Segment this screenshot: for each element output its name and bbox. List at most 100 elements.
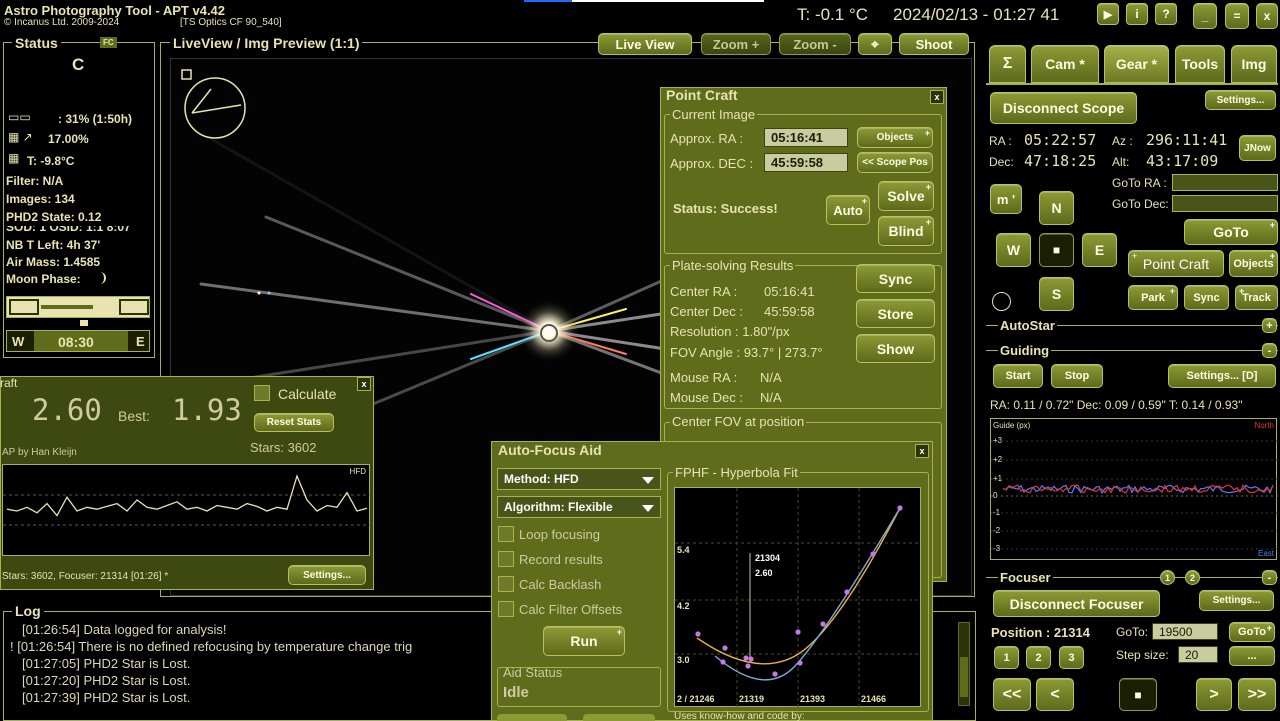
focuser-preset-3[interactable]: 3 <box>1059 646 1084 669</box>
guiding-start-button[interactable]: Start <box>993 364 1043 388</box>
algorithm-select[interactable]: Algorithm: Flexible <box>497 496 661 518</box>
guiding-stop-button[interactable]: Stop <box>1051 364 1103 388</box>
focuser-1-button[interactable]: 1 <box>1160 570 1175 585</box>
sync-button-right[interactable]: Sync <box>1184 285 1229 310</box>
calc-filter-offsets-checkbox[interactable] <box>498 601 514 617</box>
af-ytick: 5.4 <box>677 545 690 555</box>
focuser-goto-label: GoTo: <box>1116 625 1149 639</box>
park-button[interactable]: Park + <box>1128 285 1178 310</box>
scope-settings-button[interactable]: Settings... <box>1205 90 1276 110</box>
tab-img[interactable]: Img <box>1231 45 1277 83</box>
shoot-button[interactable]: Shoot <box>899 33 969 55</box>
point-craft-close-icon[interactable]: x <box>930 90 944 104</box>
autostar-expand-icon[interactable]: + <box>1262 318 1277 333</box>
hfd-settings-button[interactable]: Settings... <box>288 565 366 585</box>
west-button[interactable]: W <box>996 233 1031 267</box>
run-button[interactable]: Run + <box>543 626 625 656</box>
focuser-right-button[interactable]: > <box>1196 678 1232 711</box>
center-fov-title: Center FOV at position <box>670 414 807 429</box>
alt-label: Alt: <box>1112 155 1130 169</box>
approx-dec-field[interactable]: 45:59:58 <box>764 153 848 172</box>
live-view-button[interactable]: Live View <box>598 33 692 55</box>
objects-button[interactable]: Objects + <box>857 127 933 148</box>
focuser-collapse-icon[interactable]: - <box>1262 570 1277 585</box>
focuser-settings-button[interactable]: Settings... <box>1199 590 1274 611</box>
auto-button[interactable]: Auto + <box>826 195 870 225</box>
tab-cam[interactable]: Cam * <box>1031 45 1099 83</box>
blind-button[interactable]: Blind + <box>878 216 934 246</box>
autofocus-close-icon[interactable]: x <box>915 444 929 458</box>
focuser-left-button[interactable]: < <box>1036 678 1074 711</box>
minimize-button[interactable]: _ <box>1193 3 1217 29</box>
solve-button[interactable]: Solve + <box>878 181 934 211</box>
hfd-current: 2.60 <box>32 393 102 427</box>
goto-dec-input[interactable] <box>1172 195 1278 212</box>
south-button[interactable]: S <box>1039 277 1074 311</box>
method-select[interactable]: Method: HFD <box>497 468 661 490</box>
af-marker-value: 2.60 <box>755 568 773 578</box>
info-icon[interactable]: i <box>1126 3 1148 25</box>
zoom-in-button[interactable]: Zoom + <box>701 33 771 55</box>
east-button[interactable]: E <box>1082 233 1117 267</box>
focuser-more-button[interactable]: ... <box>1229 646 1275 666</box>
solve-status: Status: Success! <box>673 201 778 216</box>
calculate-checkbox[interactable] <box>254 385 270 401</box>
focuser-fast-right-button[interactable]: >> <box>1238 678 1276 711</box>
objects-button-right[interactable]: Objects + <box>1229 250 1278 277</box>
zoom-out-button[interactable]: Zoom - <box>779 33 851 55</box>
approx-ra-field[interactable]: 05:16:41 <box>764 128 848 147</box>
play-icon[interactable]: ▶ <box>1097 3 1119 25</box>
help-icon[interactable]: ? <box>1155 3 1177 25</box>
record-results-checkbox[interactable] <box>498 551 514 567</box>
tab-tools[interactable]: Tools <box>1175 45 1225 83</box>
north-button[interactable]: N <box>1039 191 1074 225</box>
sync-button[interactable]: Sync <box>856 264 935 293</box>
reset-stats-button[interactable]: Reset Stats <box>254 413 334 432</box>
focuser-2-button[interactable]: 2 <box>1185 570 1200 585</box>
log-scrollbar[interactable] <box>958 622 970 706</box>
tab-sigma[interactable]: Σ <box>989 45 1026 83</box>
liveview-title: LiveView / Img Preview (1:1) <box>170 35 363 51</box>
crosshair-icon[interactable]: ⌖ <box>858 33 892 55</box>
maximize-button[interactable]: = <box>1225 3 1249 29</box>
calc-backlash-checkbox[interactable] <box>498 576 514 592</box>
hfd-close-icon[interactable]: x <box>357 377 371 391</box>
focuser-goto-input[interactable]: 19500 <box>1152 623 1218 640</box>
close-button[interactable]: x <box>1256 3 1278 29</box>
log-line: ! [01:26:54] There is no defined refocus… <box>10 639 413 654</box>
app-title: Astro Photography Tool - APT v4.42 <box>4 3 226 18</box>
current-image-title: Current Image <box>670 107 758 122</box>
guiding-settings-button[interactable]: Settings... [D] <box>1168 364 1276 388</box>
loop-focusing-checkbox[interactable] <box>498 526 514 542</box>
mount-stop-button[interactable]: ■ <box>1039 233 1074 267</box>
mount-m-button[interactable]: m ' <box>990 184 1022 214</box>
store-button[interactable]: Store <box>856 299 935 328</box>
goto-button[interactable]: GoTo + <box>1184 219 1278 245</box>
disconnect-scope-button[interactable]: Disconnect Scope <box>990 92 1137 124</box>
guiding-collapse-icon[interactable]: - <box>1262 343 1277 358</box>
tab-gear[interactable]: Gear * <box>1104 45 1169 83</box>
scope-ra: 05:22:57 <box>1024 131 1097 149</box>
af-point <box>722 645 728 651</box>
af-point <box>797 660 803 666</box>
step-size-input[interactable]: 20 <box>1178 646 1218 663</box>
focuser-stop-button[interactable]: ■ <box>1119 678 1157 711</box>
moon-icon <box>94 272 106 284</box>
focuser-preset-1[interactable]: 1 <box>994 646 1019 669</box>
focuser-goto-button[interactable]: GoTo + <box>1229 622 1275 642</box>
focuser-preset-2[interactable]: 2 <box>1026 646 1051 669</box>
show-button[interactable]: Show <box>856 334 935 363</box>
point-craft-button[interactable]: Point Craft + <box>1128 250 1224 277</box>
scope-pos-button[interactable]: << Scope Pos <box>857 152 933 173</box>
nb-time-left: NB T Left: 4h 37' <box>6 238 101 252</box>
focuser-fast-left-button[interactable]: << <box>993 678 1031 711</box>
autofocus-title: Auto-Focus Aid <box>498 442 602 458</box>
ra-label: RA : <box>989 134 1012 148</box>
disconnect-focuser-button[interactable]: Disconnect Focuser <box>993 590 1160 617</box>
track-button[interactable]: Track + <box>1235 285 1278 310</box>
goto-ra-input[interactable] <box>1172 174 1278 191</box>
step-size-label: Step size: <box>1116 648 1169 662</box>
position-indicator-icon <box>992 292 1011 311</box>
center-ra-label: Center RA : <box>670 284 738 299</box>
jnow-button[interactable]: JNow <box>1239 135 1276 161</box>
